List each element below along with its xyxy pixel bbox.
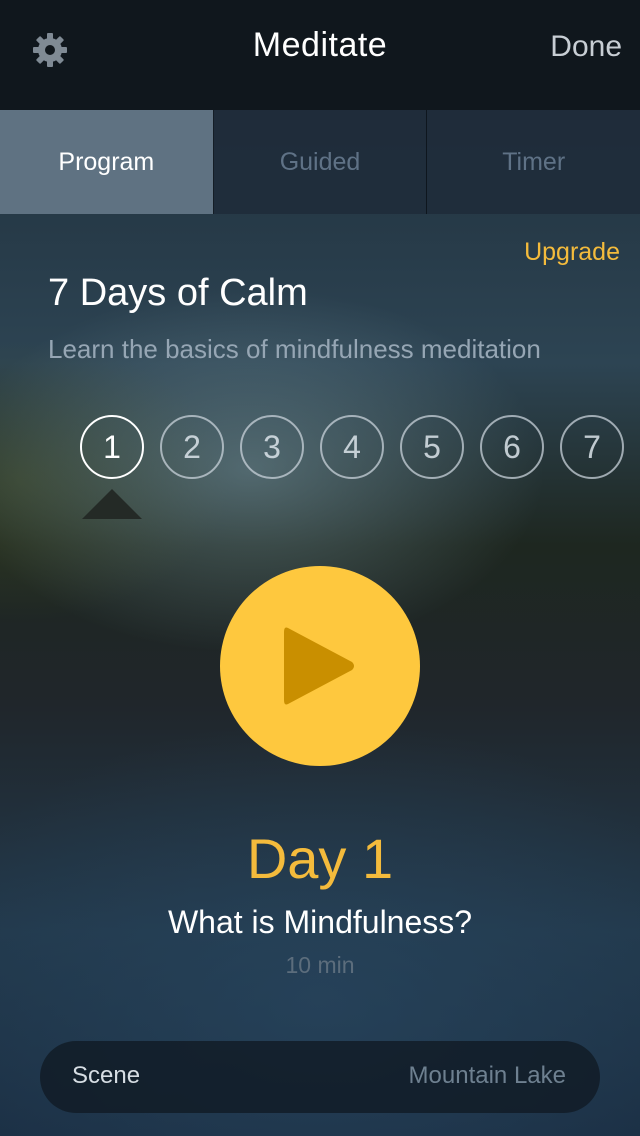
session-day-label: Day 1 xyxy=(246,827,394,890)
header-bar: Meditate Done xyxy=(0,0,640,110)
selected-day-pointer xyxy=(82,489,142,519)
day-button-3[interactable]: 3 xyxy=(240,415,304,479)
day-button-7[interactable]: 7 xyxy=(560,415,624,479)
day-selector: 1 2 3 4 5 6 7 xyxy=(80,415,624,481)
day-button-1[interactable]: 1 xyxy=(80,415,144,479)
upgrade-link[interactable]: Upgrade xyxy=(524,238,620,267)
day-button-4[interactable]: 4 xyxy=(320,415,384,479)
session-duration: 10 min xyxy=(285,952,355,978)
tab-timer[interactable]: Timer xyxy=(427,110,640,214)
scene-value: Mountain Lake xyxy=(408,1062,566,1089)
program-section: Upgrade 7 Days of Calm Learn the basics … xyxy=(0,214,640,519)
program-subtitle: Learn the basics of mindfulness meditati… xyxy=(48,334,541,364)
day-button-6[interactable]: 6 xyxy=(480,415,544,479)
tab-bar: Program Guided Timer xyxy=(0,110,640,214)
scene-label: Scene xyxy=(72,1062,141,1089)
page-title: Meditate xyxy=(252,26,388,64)
day-button-2[interactable]: 2 xyxy=(160,415,224,479)
play-button[interactable] xyxy=(220,566,420,766)
program-title: 7 Days of Calm xyxy=(48,272,308,314)
done-button[interactable]: Done xyxy=(550,30,622,64)
tab-guided[interactable]: Guided xyxy=(214,110,428,214)
play-icon xyxy=(284,627,354,705)
day-button-5[interactable]: 5 xyxy=(400,415,464,479)
session-panel: Day 1 What is Mindfulness? 10 min Scene … xyxy=(0,519,640,1136)
tab-program[interactable]: Program xyxy=(0,110,214,214)
scene-selector[interactable]: Scene Mountain Lake xyxy=(40,1041,600,1113)
session-title: What is Mindfulness? xyxy=(167,904,473,940)
